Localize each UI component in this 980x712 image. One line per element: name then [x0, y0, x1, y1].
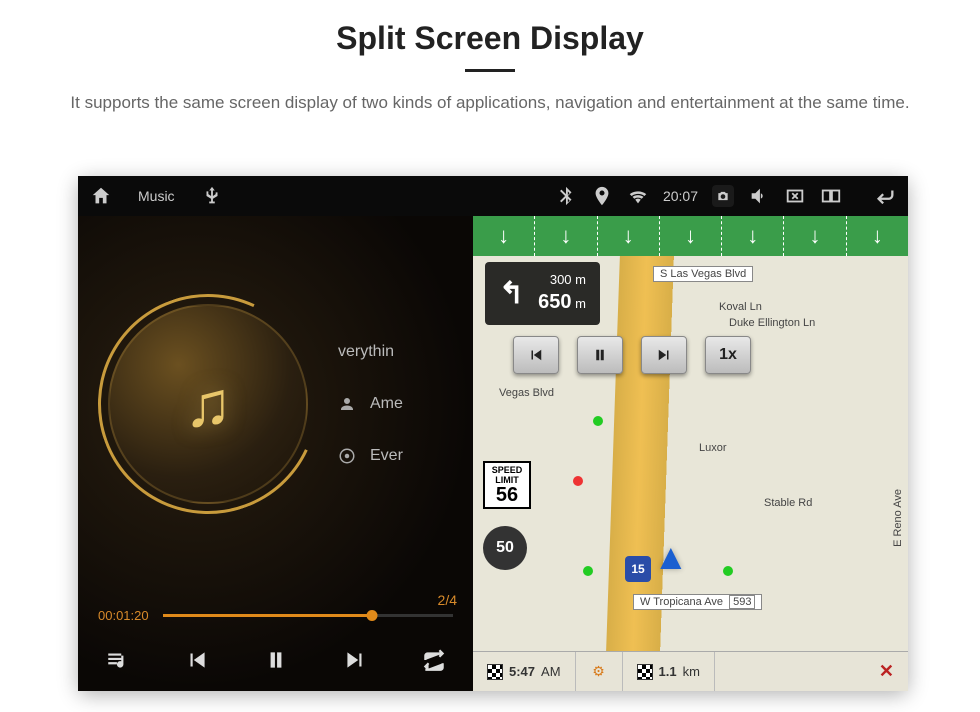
usb-icon[interactable]: [201, 185, 223, 207]
page-subtitle: It supports the same screen display of t…: [50, 90, 930, 116]
lane-arrow: ↓: [660, 216, 722, 256]
prev-track-button[interactable]: [181, 644, 213, 676]
location-icon: [591, 185, 613, 207]
lane-arrow: ↓: [473, 216, 535, 256]
close-icon: ✕: [879, 661, 894, 682]
page-title: Split Screen Display: [0, 20, 980, 57]
close-app-icon[interactable]: [784, 185, 806, 207]
track-artist-row[interactable]: Ame: [338, 395, 403, 413]
remaining-distance: 1.1: [659, 664, 677, 679]
track-album: Ever: [370, 447, 403, 465]
vehicle-cursor-icon: ▲: [653, 536, 689, 578]
tab-music[interactable]: Music: [138, 188, 175, 204]
street-label: Vegas Blvd: [493, 386, 560, 400]
speed-limit-sign: SPEED LIMIT 56: [483, 461, 531, 509]
turn-near-distance: 300 m: [538, 272, 586, 289]
: ↰ 300 m 650 m: [485, 262, 600, 325]
next-track-button[interactable]: [339, 644, 371, 676]
street-label: Stable Rd: [758, 496, 818, 510]
eta-cell[interactable]: 5:47 AM: [473, 652, 576, 691]
eta-time: 5:47: [509, 664, 535, 679]
street-label: E Reno Ave: [891, 483, 905, 553]
overlay-prev-button[interactable]: [513, 336, 559, 374]
track-counter: 2/4: [78, 592, 473, 608]
lane-arrow: ↓: [535, 216, 597, 256]
track-list: verythin Ame Ever: [338, 216, 403, 592]
overlay-pause-button[interactable]: [577, 336, 623, 374]
overlay-speed-button[interactable]: 1x: [705, 336, 751, 374]
gear-icon: ⚙: [590, 663, 608, 681]
title-underline: [465, 69, 515, 72]
split-screen-icon[interactable]: [820, 185, 842, 207]
lane-arrow: ↓: [784, 216, 846, 256]
back-icon[interactable]: [874, 185, 896, 207]
lane-arrow: ↓: [722, 216, 784, 256]
elapsed-time: 00:01:20: [98, 608, 149, 623]
track-title: verythin: [338, 343, 394, 361]
street-label: W Tropicana Ave 593: [633, 594, 762, 610]
distance-unit: km: [683, 664, 700, 679]
distance-cell[interactable]: 1.1 km: [623, 652, 715, 691]
overlay-next-button[interactable]: [641, 336, 687, 374]
device-frame: Music 20:07: [78, 176, 908, 691]
highway-shield: 15: [625, 556, 651, 582]
close-nav-cell[interactable]: ✕: [865, 652, 908, 691]
lane-guidance: ↓ ↓ ↓ ↓ ↓ ↓ ↓: [473, 216, 908, 256]
playlist-icon[interactable]: [102, 644, 134, 676]
seek-bar[interactable]: [163, 614, 453, 617]
settings-cell[interactable]: ⚙: [576, 652, 623, 691]
album-area: ♫ verythin Ame Ever: [78, 216, 473, 592]
album-art[interactable]: ♫: [108, 304, 308, 504]
track-album-row[interactable]: Ever: [338, 447, 403, 465]
nav-bottom-bar: 5:47 AM ⚙ 1.1 km ✕: [473, 651, 908, 691]
wifi-icon: [627, 185, 649, 207]
street-label: Luxor: [693, 441, 733, 455]
street-label: S Las Vegas Blvd: [653, 266, 753, 282]
turn-main-unit: m: [575, 296, 586, 311]
speed-limit-label: SPEED LIMIT: [487, 465, 527, 485]
progress-row: 00:01:20: [78, 608, 473, 629]
track-artist: Ame: [370, 395, 403, 413]
navigation-pane[interactable]: ↓ ↓ ↓ ↓ ↓ ↓ ↓ ↰ 300 m 650 m: [473, 216, 908, 691]
screenshot-icon[interactable]: [712, 185, 734, 207]
turn-left-icon: ↰: [499, 276, 524, 311]
speed-limit-value: 56: [487, 485, 527, 505]
home-icon[interactable]: [90, 185, 112, 207]
music-pane: ♫ verythin Ame Ever 2/4: [78, 216, 473, 691]
destination-flag-icon: [637, 664, 653, 680]
volume-icon[interactable]: [748, 185, 770, 207]
speed-badge[interactable]: 50: [483, 526, 527, 570]
clock-time: 20:07: [663, 188, 698, 204]
street-label: Duke Ellington Ln: [723, 316, 821, 330]
track-title-row[interactable]: verythin: [338, 343, 403, 361]
lane-arrow: ↓: [847, 216, 908, 256]
destination-flag-icon: [487, 664, 503, 680]
repeat-icon[interactable]: [418, 644, 450, 676]
turn-main-distance: 650: [538, 291, 571, 313]
pause-button[interactable]: [260, 644, 292, 676]
eta-unit: AM: [541, 664, 561, 679]
status-bar: Music 20:07: [78, 176, 908, 216]
map-media-overlay: 1x: [513, 336, 751, 374]
music-note-icon: ♫: [184, 367, 232, 441]
bluetooth-icon: [555, 185, 577, 207]
promo-header: Split Screen Display It supports the sam…: [0, 0, 980, 126]
lane-arrow: ↓: [598, 216, 660, 256]
street-label: Koval Ln: [713, 300, 768, 314]
music-controls: [78, 629, 473, 691]
